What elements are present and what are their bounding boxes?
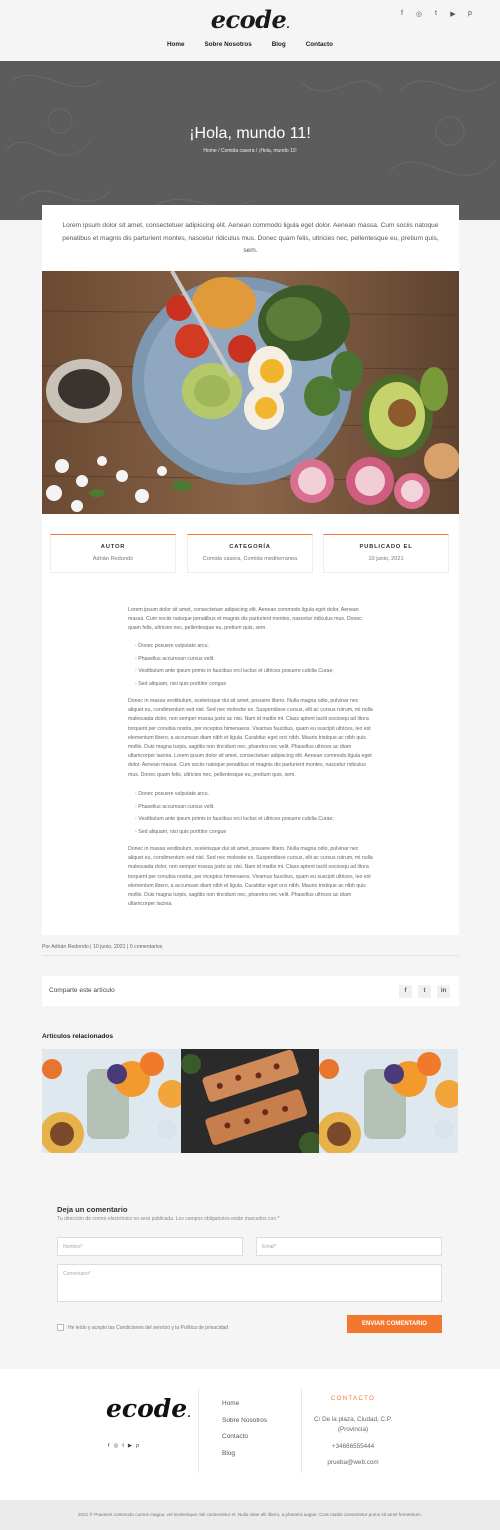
social-links: f ◎ t ▶ p (398, 10, 474, 18)
nav-blog[interactable]: Blog (272, 41, 286, 48)
related-post-2[interactable] (181, 1049, 320, 1153)
copyright-bar: 2021 © Praesent commodo cursus magna, ve… (0, 1500, 500, 1530)
list-item: Donec posuere vulputate arcu. (135, 643, 375, 656)
list-item: Sed aliquam, nisi quis porttitor congue (135, 681, 375, 694)
meta-category-title: CATEGORÍA (229, 544, 271, 550)
list-item: Sed aliquam, nisi quis porttitor congue (135, 829, 375, 842)
consent-label[interactable]: He leído y acepto las Condiciones del se… (68, 1325, 228, 1331)
meta-author-value[interactable]: Adrián Redondo (51, 556, 175, 562)
related-image-3 (319, 1049, 458, 1153)
list-item: Donec posuere vulputate arcu. (135, 791, 375, 804)
footer-link-home[interactable]: Home (222, 1400, 239, 1407)
share-linkedin-button[interactable]: in (437, 985, 450, 998)
share-label: Comparte este artículo (49, 987, 115, 994)
post-intro: Lorem ipsum dolor sit amet, consectetuer… (62, 222, 439, 254)
facebook-icon[interactable]: f (108, 1443, 110, 1449)
meta-category-value[interactable]: Comida casera, Comida mediterránea (188, 556, 312, 562)
consent-checkbox[interactable] (57, 1324, 64, 1331)
nav-home[interactable]: Home (167, 41, 185, 48)
email-input[interactable]: Email* (256, 1237, 442, 1256)
list-item: Vestibulum ante ipsum primis in faucibus… (135, 668, 375, 681)
footer-logo-text: ecode (106, 1394, 188, 1423)
share-facebook-button[interactable]: f (399, 985, 412, 998)
main-nav: Home Sobre Nosotros Blog Contacto (0, 41, 500, 48)
featured-image (42, 271, 459, 514)
site-footer: ecode. f ◎ t ▶ p Home Sobre Nosotros Con… (0, 1369, 500, 1500)
related-image-1 (42, 1049, 181, 1153)
submit-comment-button[interactable]: ENVIAR COMENTARIO (347, 1315, 442, 1333)
comment-note: Tu dirección de correo electrónico no se… (57, 1216, 280, 1222)
twitter-icon[interactable]: t (432, 10, 440, 18)
post-card: Lorem ipsum dolor sit amet, consectetuer… (42, 205, 459, 935)
pinterest-icon[interactable]: p (136, 1443, 139, 1449)
post-paragraph-1: Lorem ipsum dolor sit amet, consectetuer… (128, 607, 362, 632)
comment-textarea[interactable]: Comentario* (57, 1264, 442, 1302)
related-title: Artículos relacionados (42, 1033, 114, 1040)
youtube-icon[interactable]: ▶ (128, 1443, 132, 1449)
share-twitter-button[interactable]: t (418, 985, 431, 998)
list-item: Vestibulum ante ipsum primis in faucibus… (135, 816, 375, 829)
breadcrumb[interactable]: Home / Comida casera / ¡Hola, mundo 11! (0, 148, 500, 154)
divider (42, 955, 459, 956)
name-input[interactable]: Nombre* (57, 1237, 243, 1256)
pinterest-icon[interactable]: p (466, 10, 474, 18)
instagram-icon[interactable]: ◎ (114, 1443, 119, 1449)
logo-text: ecode (210, 5, 287, 34)
list-item: Phasellus accumsan cursus velit. (135, 804, 375, 817)
post-paragraph-3: Donec in massa vestibulum, scelerisque d… (128, 846, 373, 908)
twitter-icon[interactable]: t (122, 1443, 124, 1449)
contact-phone[interactable]: +34666555444 (302, 1442, 404, 1452)
page-title: ¡Hola, mundo 11! (189, 125, 311, 142)
meta-published: PUBLICADO EL 10 junio, 2021 (323, 534, 449, 573)
footer-social: f ◎ t ▶ p (108, 1443, 139, 1449)
meta-published-title: PUBLICADO EL (359, 544, 413, 550)
contact-address: C/ De la plaza, Ciudad, C.P. (Provincia) (314, 1416, 392, 1433)
site-header: ecode. f ◎ t ▶ p Home Sobre Nosotros Blo… (0, 0, 500, 61)
post-paragraph-2: Donec in massa vestibulum, scelerisque d… (128, 698, 373, 778)
post-list-2: Donec posuere vulputate arcu. Phasellus … (135, 791, 375, 842)
share-bar: Comparte este artículo f t in (42, 976, 459, 1006)
related-image-2 (181, 1049, 320, 1153)
meta-category: CATEGORÍA Comida casera, Comida mediterr… (187, 534, 313, 573)
comment-title: Deja un comentario (57, 1205, 128, 1214)
list-item: Phasellus accumsan cursus velit. (135, 656, 375, 669)
food-photo (42, 271, 459, 514)
related-post-3[interactable] (319, 1049, 458, 1153)
footer-link-about[interactable]: Sobre Nosotros (222, 1417, 267, 1424)
related-post-1[interactable] (42, 1049, 181, 1153)
copyright-text: 2021 © Praesent commodo cursus magna, ve… (78, 1512, 422, 1517)
meta-author: AUTOR Adrián Redondo (50, 534, 176, 573)
footer-logo[interactable]: ecode. (106, 1394, 191, 1423)
footer-link-contact[interactable]: Contacto (222, 1433, 248, 1440)
meta-published-value: 10 junio, 2021 (368, 556, 404, 562)
post-list-1: Donec posuere vulputate arcu. Phasellus … (135, 643, 375, 694)
hero-banner: ¡Hola, mundo 11! Home / Comida casera / … (0, 61, 500, 220)
footer-link-blog[interactable]: Blog (222, 1450, 235, 1457)
facebook-icon[interactable]: f (398, 10, 406, 18)
contact-email[interactable]: prueba@web.com (302, 1458, 404, 1468)
nav-about[interactable]: Sobre Nosotros (204, 41, 251, 48)
nav-contact[interactable]: Contacto (306, 41, 333, 48)
contact-title: CONTACTO (330, 1396, 376, 1402)
post-byline[interactable]: Por Adrián Redondo | 10 junio, 2021 | 0 … (42, 944, 162, 950)
footer-divider (198, 1389, 199, 1473)
meta-author-title: AUTOR (100, 544, 126, 550)
instagram-icon[interactable]: ◎ (415, 10, 423, 18)
youtube-icon[interactable]: ▶ (449, 10, 457, 18)
